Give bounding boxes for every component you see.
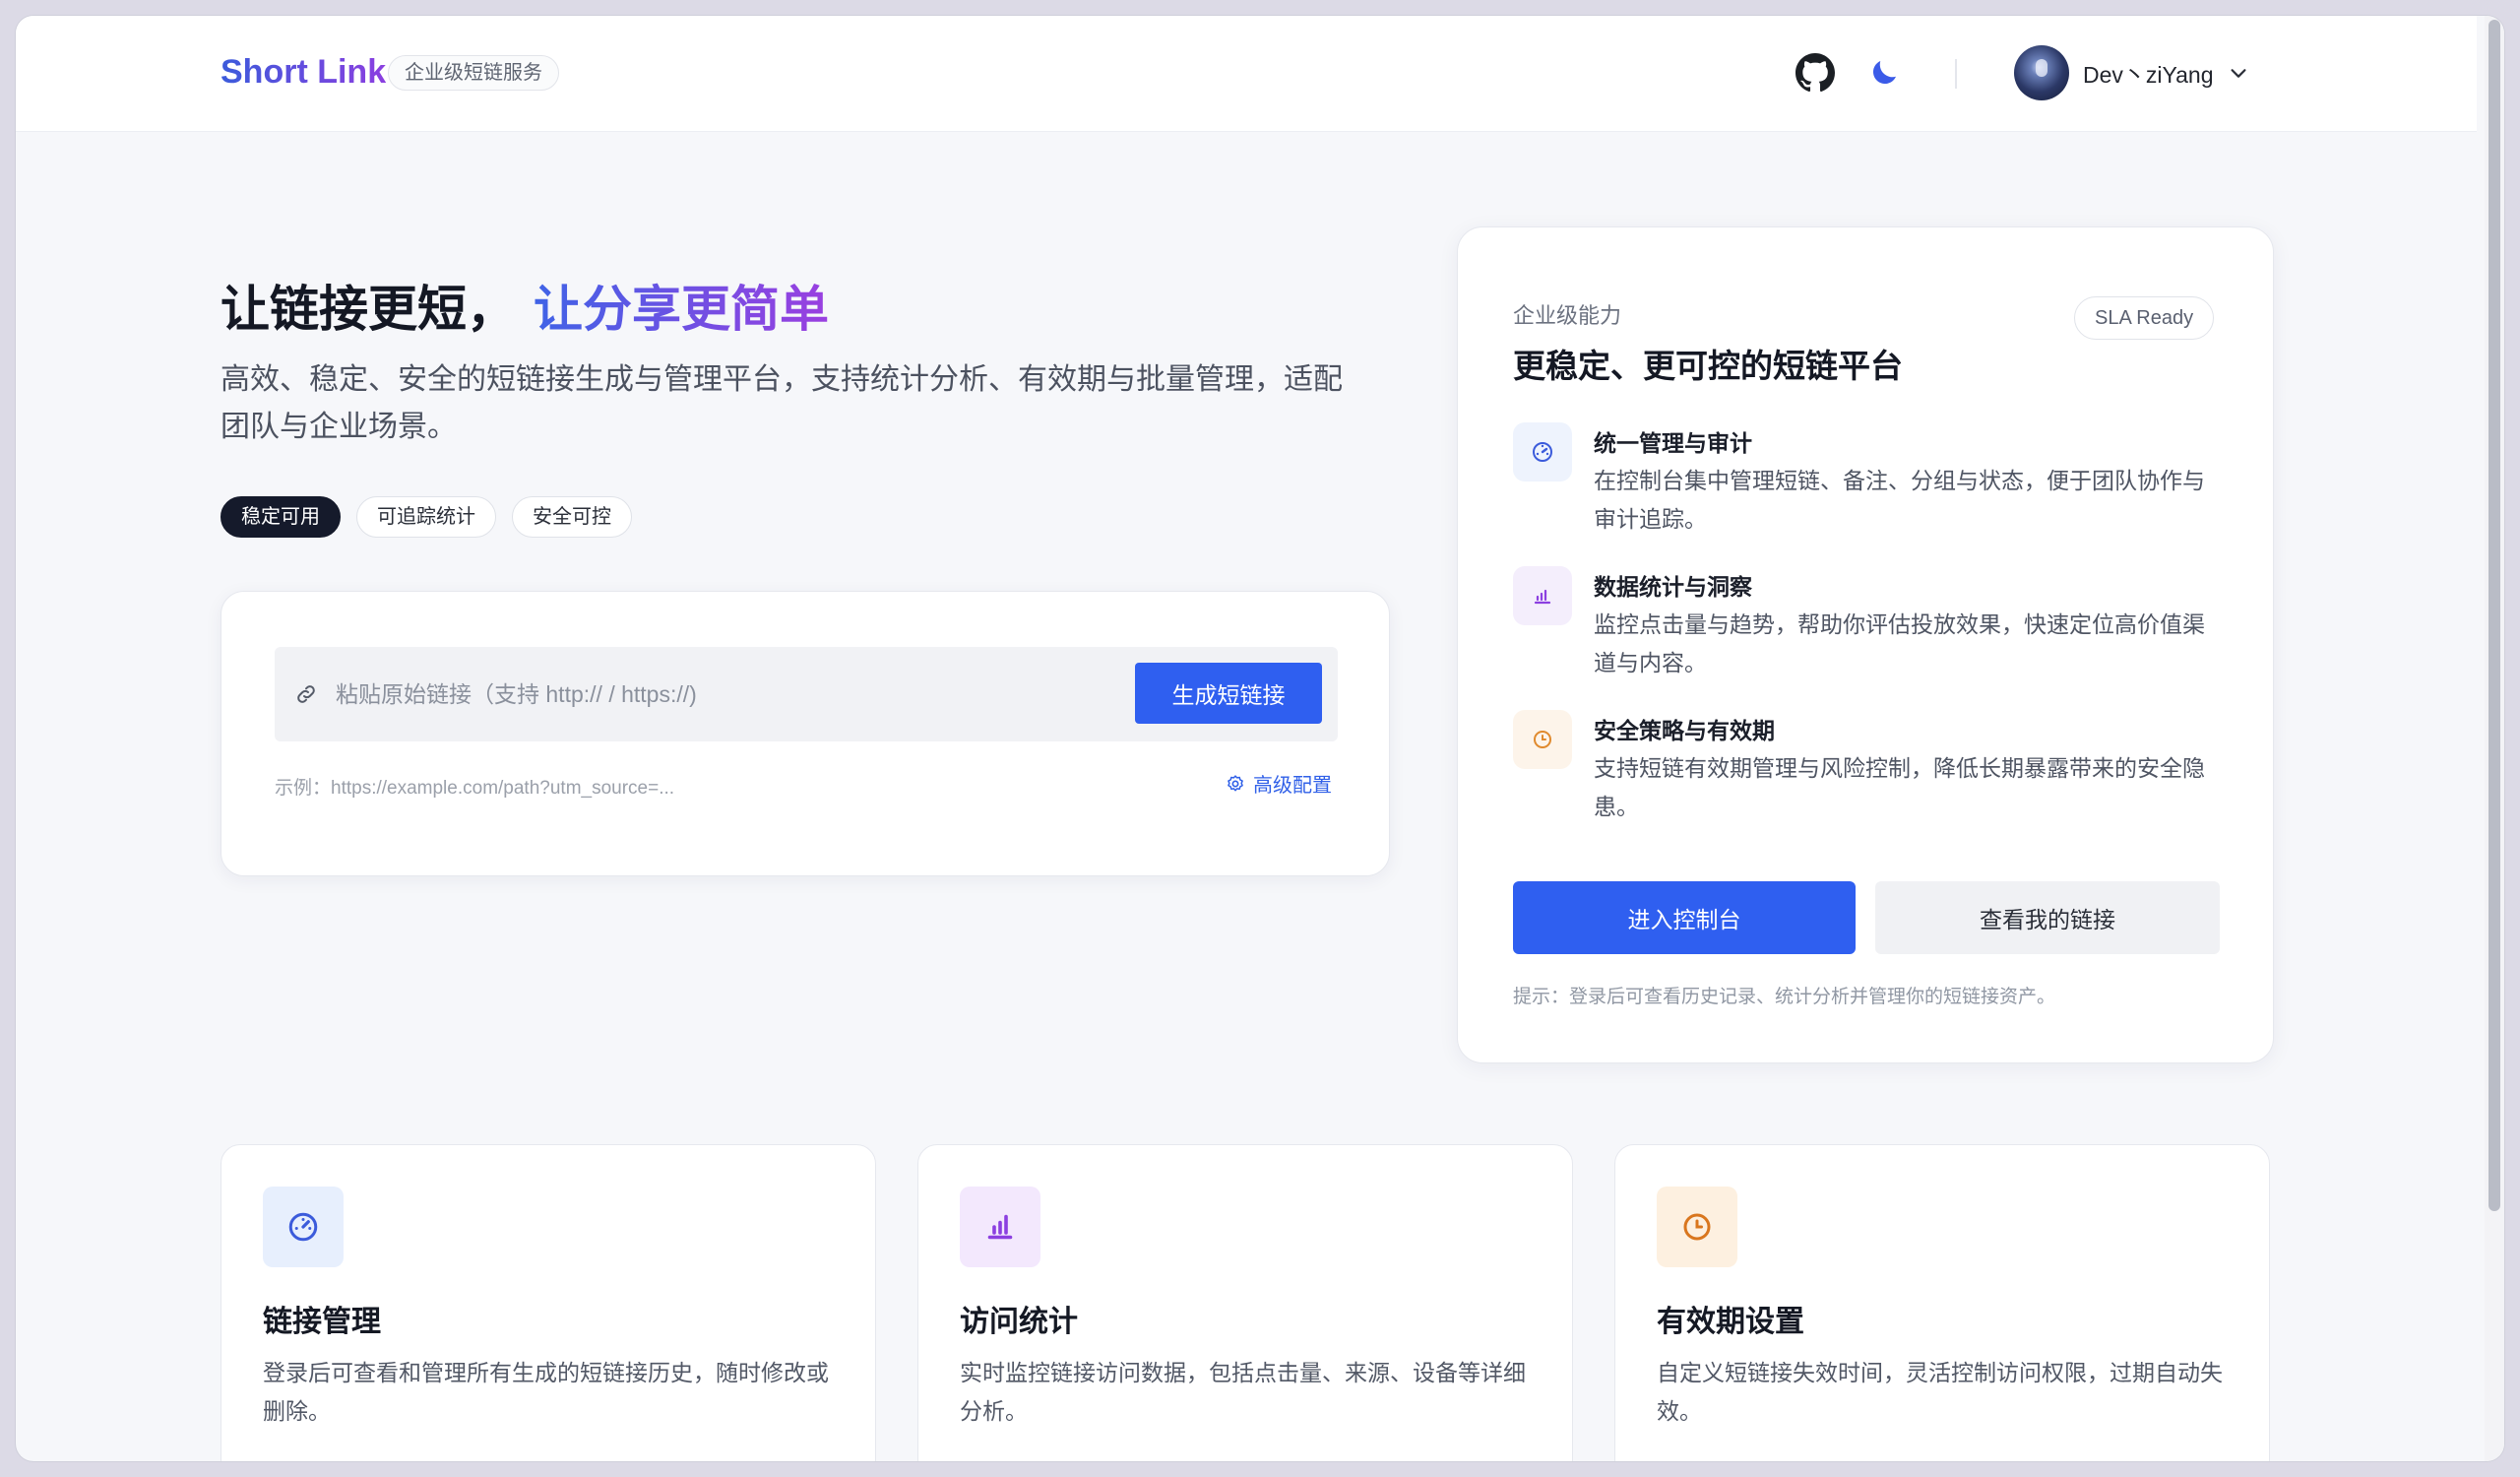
card-icon-box <box>960 1187 1040 1267</box>
url-input-group: 生成短链接 <box>275 647 1338 741</box>
vertical-scrollbar[interactable] <box>2485 16 2504 1461</box>
header-divider <box>1955 59 1957 89</box>
dark-mode-toggle-icon[interactable] <box>1866 55 1902 91</box>
feature-title: 统一管理与审计 <box>1594 430 1752 456</box>
service-tag: 企业级短链服务 <box>388 55 559 91</box>
feature-desc: 支持短链有效期管理与风险控制，降低长期暴露带来的安全隐患。 <box>1594 755 2205 819</box>
user-menu[interactable]: Dev丶ziYang <box>2014 43 2249 102</box>
clock-icon <box>1534 731 1551 748</box>
panel-eyebrow: 企业级能力 <box>1513 303 1622 328</box>
hero-title-main: 让链接更短， <box>220 282 516 337</box>
scrollbar-thumb[interactable] <box>2488 20 2500 1211</box>
advanced-config-link[interactable]: 高级配置 <box>1226 769 1332 798</box>
hero-title-accent: 让分享更简单 <box>534 282 829 337</box>
logo[interactable]: Short Link <box>220 53 386 92</box>
card-desc: 登录后可查看和管理所有生成的短链接历史，随时修改或删除。 <box>263 1360 829 1424</box>
feature-icon-box <box>1513 566 1572 625</box>
top-header: Short Link 企业级短链服务 Dev丶ziYang <box>16 16 2477 132</box>
chip-secure[interactable]: 安全可控 <box>512 496 632 538</box>
feature-desc: 在控制台集中管理短链、备注、分组与状态，便于团队协作与审计追踪。 <box>1594 468 2205 532</box>
github-icon[interactable] <box>1796 53 1835 93</box>
link-icon <box>297 685 315 703</box>
card-title: 链接管理 <box>263 1306 381 1338</box>
chip-stable[interactable]: 稳定可用 <box>220 496 341 538</box>
sla-badge: SLA Ready <box>2074 296 2215 340</box>
hero-title: 让链接更短， 让分享更简单 <box>220 270 829 341</box>
settings-icon <box>1228 774 1243 791</box>
feature-icon-box <box>1513 710 1572 769</box>
feature-title: 数据统计与洞察 <box>1594 574 1752 600</box>
card-title: 有效期设置 <box>1657 1306 1804 1338</box>
shortener-card: 生成短链接 示例：https://example.com/path?utm_so… <box>220 591 1390 876</box>
card-desc: 自定义短链接失效时间，灵活控制访问权限，过期自动失效。 <box>1657 1360 2223 1424</box>
hero-description: 高效、稳定、安全的短链接生成与管理平台，支持统计分析、有效期与批量管理，适配团队… <box>220 363 1343 443</box>
chevron-down-icon[interactable] <box>2228 62 2249 84</box>
card-icon-box <box>263 1187 344 1267</box>
feature-desc: 监控点击量与趋势，帮助你评估投放效果，快速定位高价值渠道与内容。 <box>1594 611 2205 675</box>
card-title: 访问统计 <box>960 1306 1078 1338</box>
card-icon-box <box>1657 1187 1737 1267</box>
example-url: 示例：https://example.com/path?utm_source=.… <box>275 778 675 799</box>
login-hint: 提示：登录后可查看历史记录、统计分析并管理你的短链接资产。 <box>1513 987 2056 1007</box>
bar-chart-icon <box>987 1214 1013 1240</box>
bar-chart-icon <box>1534 589 1551 605</box>
enter-console-button[interactable]: 进入控制台 <box>1513 881 1856 954</box>
url-input[interactable] <box>336 669 1103 720</box>
card-expiry-settings: 有效期设置 自定义短链接失效时间，灵活控制访问权限，过期自动失效。 <box>1614 1144 2270 1461</box>
user-name[interactable]: Dev丶ziYang <box>2083 56 2214 90</box>
dashboard-icon <box>1533 442 1552 462</box>
feature-icon-box <box>1513 422 1572 482</box>
app-window: Short Link 企业级短链服务 Dev丶ziYang 让链接更短， 让分享更… <box>16 16 2504 1461</box>
advanced-config-label[interactable]: 高级配置 <box>1253 769 1332 798</box>
avatar[interactable] <box>2014 45 2069 100</box>
dashboard-icon <box>288 1212 318 1242</box>
view-my-links-button[interactable]: 查看我的链接 <box>1875 881 2220 954</box>
card-desc: 实时监控链接访问数据，包括点击量、来源、设备等详细分析。 <box>960 1360 1526 1424</box>
enterprise-panel: 企业级能力 更稳定、更可控的短链平台 SLA Ready 统一管理与审计 在控制… <box>1457 226 2274 1063</box>
generate-button[interactable]: 生成短链接 <box>1135 663 1322 724</box>
panel-title: 更稳定、更可控的短链平台 <box>1513 348 1903 384</box>
feature-title: 安全策略与有效期 <box>1594 718 1775 743</box>
card-link-management: 链接管理 登录后可查看和管理所有生成的短链接历史，随时修改或删除。 <box>220 1144 876 1461</box>
clock-icon <box>1683 1213 1711 1241</box>
chip-trackable[interactable]: 可追踪统计 <box>356 496 496 538</box>
card-access-stats: 访问统计 实时监控链接访问数据，包括点击量、来源、设备等详细分析。 <box>917 1144 1573 1461</box>
feature-chips: 稳定可用 可追踪统计 安全可控 <box>220 496 632 538</box>
